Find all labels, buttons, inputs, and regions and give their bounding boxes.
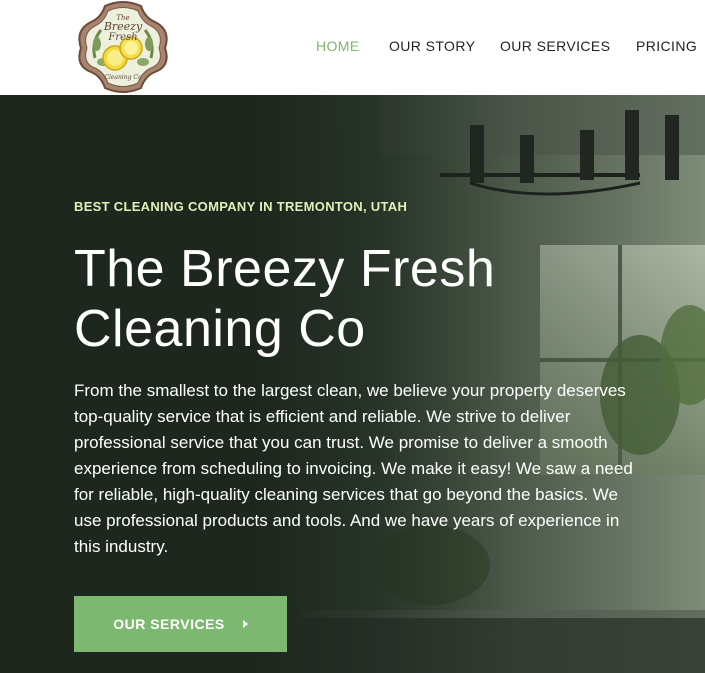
nav-item-our-services[interactable]: OUR SERVICES bbox=[500, 38, 610, 54]
nav-item-home[interactable]: HOME bbox=[316, 38, 360, 54]
caret-right-icon bbox=[242, 620, 248, 628]
hero-section: BEST CLEANING COMPANY IN TREMONTON, UTAH… bbox=[0, 95, 705, 673]
hero-description: From the smallest to the largest clean, … bbox=[74, 381, 633, 556]
our-services-button[interactable]: OUR SERVICES bbox=[74, 596, 287, 652]
nav-item-our-story[interactable]: OUR STORY bbox=[389, 38, 475, 54]
hero-title: The Breezy Fresh Cleaning Co bbox=[74, 240, 496, 358]
site-header: The Breezy Fresh Cleaning Co HOME OUR ST… bbox=[0, 0, 705, 95]
cta-label: OUR SERVICES bbox=[113, 616, 225, 632]
main-nav: HOME OUR STORY OUR SERVICES PRICING bbox=[0, 38, 705, 56]
svg-text:Cleaning Co: Cleaning Co bbox=[104, 74, 142, 81]
nav-item-pricing[interactable]: PRICING bbox=[636, 38, 697, 54]
hero-eyebrow: BEST CLEANING COMPANY IN TREMONTON, UTAH bbox=[74, 199, 408, 214]
